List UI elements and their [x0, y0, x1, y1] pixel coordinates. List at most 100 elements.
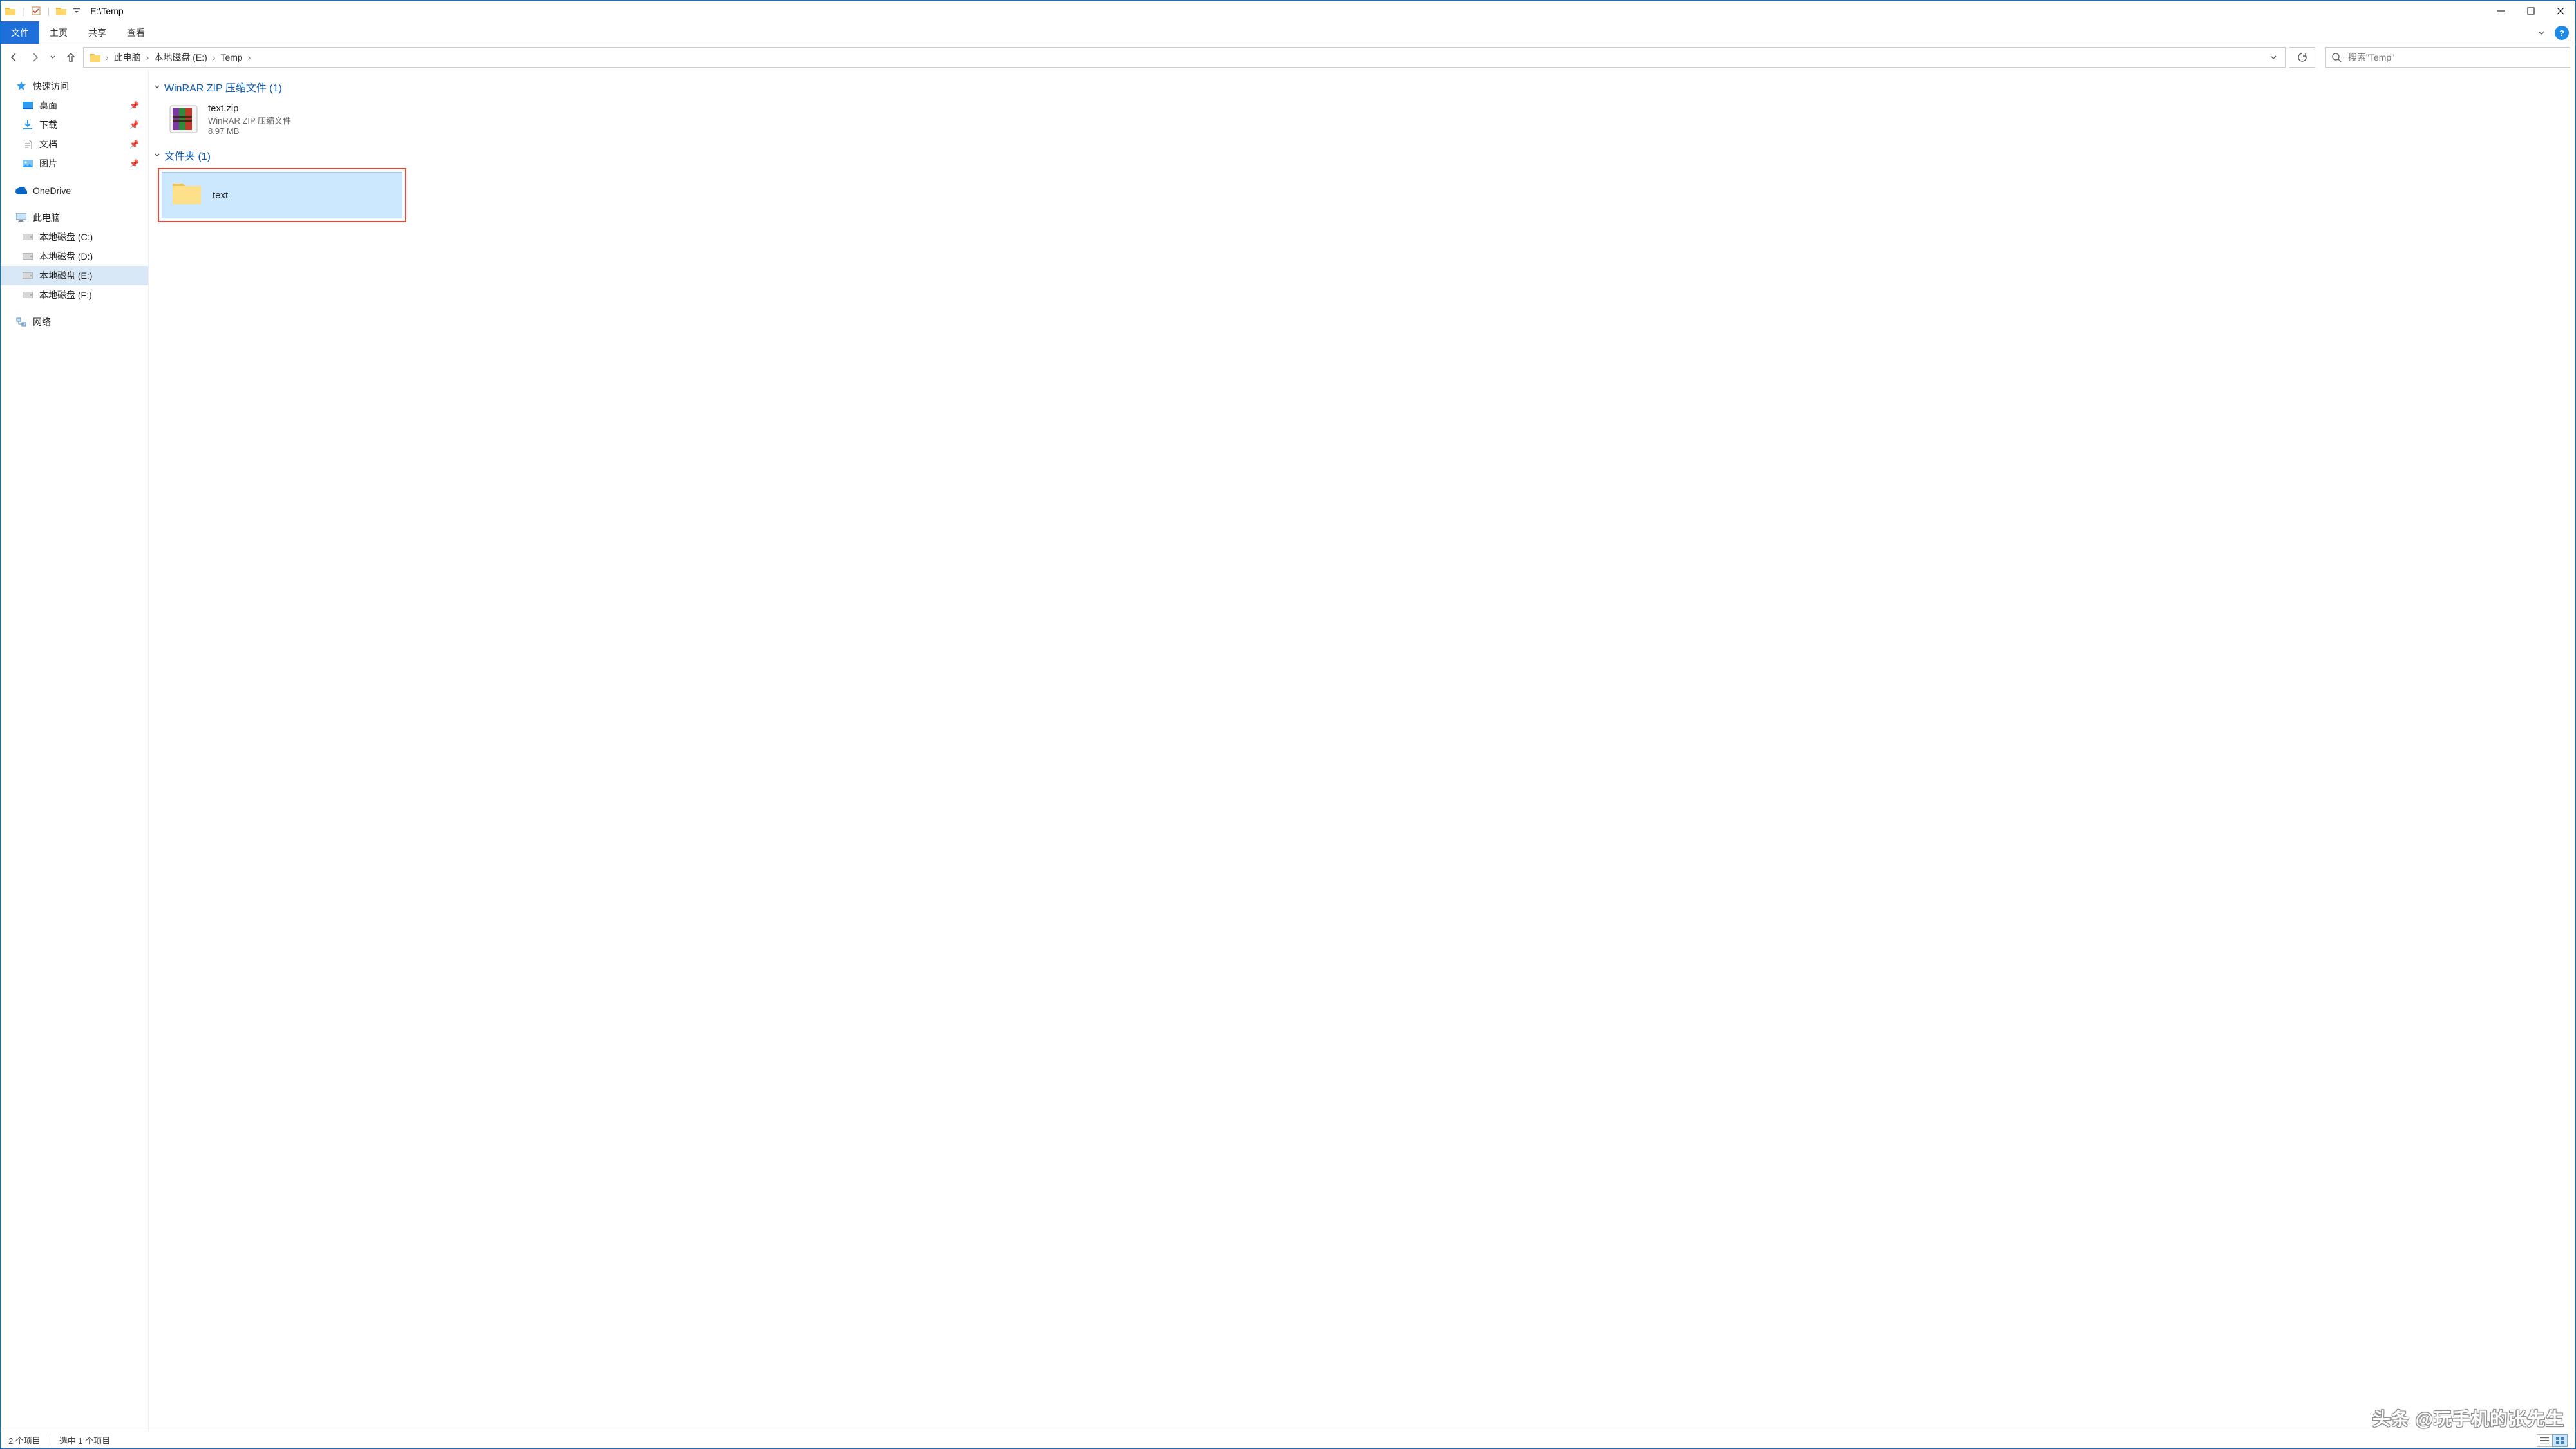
network-icon — [15, 316, 28, 328]
sidebar-item-documents[interactable]: 文档 📌 — [1, 135, 148, 154]
folder-item-text[interactable]: text — [162, 172, 402, 218]
downloads-icon — [21, 118, 34, 131]
status-bar: 2 个项目 选中 1 个项目 — [1, 1432, 2575, 1448]
sidebar-item-drive-f[interactable]: 本地磁盘 (F:) — [1, 285, 148, 305]
sidebar-label: 快速访问 — [33, 80, 69, 93]
maximize-button[interactable] — [2516, 1, 2546, 21]
title-folder-icon — [55, 5, 67, 17]
breadcrumb-this-pc[interactable]: 此电脑 — [111, 51, 144, 64]
file-type: WinRAR ZIP 压缩文件 — [208, 114, 291, 126]
status-selection: 选中 1 个项目 — [59, 1434, 110, 1446]
ribbon-expand-icon[interactable] — [2532, 21, 2551, 44]
explorer-window: | | E:\Temp 文件 主页 共享 查看 — [0, 0, 2576, 1449]
documents-icon — [21, 138, 34, 151]
zip-file-icon — [167, 102, 200, 136]
help-button[interactable]: ? — [2555, 26, 2569, 40]
tab-file[interactable]: 文件 — [1, 21, 39, 44]
sidebar-item-pictures[interactable]: 图片 📌 — [1, 154, 148, 173]
sidebar-label: 桌面 — [39, 99, 57, 112]
pin-icon: 📌 — [129, 140, 139, 149]
desktop-icon — [21, 99, 34, 112]
separator: | — [46, 6, 52, 16]
qat-dropdown-icon[interactable] — [71, 5, 82, 17]
chevron-right-icon[interactable]: › — [144, 52, 152, 62]
close-button[interactable] — [2546, 1, 2575, 21]
sidebar-item-drive-e[interactable]: 本地磁盘 (E:) — [1, 266, 148, 285]
window-folder-icon — [5, 5, 16, 17]
quick-access-icon — [15, 80, 28, 93]
pin-icon: 📌 — [129, 101, 139, 110]
nav-forward-button[interactable] — [26, 48, 43, 67]
folder-name: text — [213, 190, 228, 201]
chevron-right-icon[interactable]: › — [103, 52, 111, 62]
title-bar: | | E:\Temp — [1, 1, 2575, 21]
drive-icon — [21, 231, 34, 243]
view-details-button[interactable] — [2537, 1434, 2552, 1447]
sidebar-label: 本地磁盘 (E:) — [39, 269, 92, 282]
tab-share[interactable]: 共享 — [78, 21, 117, 44]
nav-back-button[interactable] — [6, 48, 23, 67]
folder-icon — [171, 180, 202, 211]
sidebar-label: 图片 — [39, 157, 57, 170]
address-bar[interactable]: › 此电脑 › 本地磁盘 (E:) › Temp › — [83, 47, 2286, 68]
window-title: E:\Temp — [86, 6, 123, 16]
chevron-right-icon[interactable]: › — [245, 52, 254, 62]
address-folder-icon — [88, 53, 103, 62]
sidebar-item-downloads[interactable]: 下载 📌 — [1, 115, 148, 135]
pin-icon: 📌 — [129, 159, 139, 168]
qat-properties-icon[interactable] — [30, 5, 42, 17]
sidebar-item-drive-d[interactable]: 本地磁盘 (D:) — [1, 247, 148, 266]
group-header-zip[interactable]: WinRAR ZIP 压缩文件 (1) — [154, 79, 2568, 95]
tab-view[interactable]: 查看 — [117, 21, 155, 44]
status-item-count: 2 个项目 — [8, 1434, 50, 1446]
sidebar-item-network[interactable]: 网络 — [1, 312, 148, 332]
pin-icon: 📌 — [129, 120, 139, 129]
sidebar-item-onedrive[interactable]: OneDrive — [1, 181, 148, 200]
group-header-folder[interactable]: 文件夹 (1) — [154, 147, 2568, 163]
content-pane: WinRAR ZIP 压缩文件 (1) text.zip WinRAR ZI — [149, 70, 2575, 1432]
group-label: 文件夹 (1) — [164, 147, 211, 163]
view-tiles-button[interactable] — [2552, 1434, 2568, 1447]
nav-sidebar: 快速访问 桌面 📌 下载 📌 — [1, 70, 149, 1432]
search-icon — [2331, 52, 2342, 62]
highlight-annotation: text — [158, 168, 406, 222]
ribbon-tabs: 文件 主页 共享 查看 ? — [1, 21, 2575, 44]
onedrive-icon — [15, 184, 28, 197]
chevron-down-icon — [154, 152, 160, 158]
chevron-right-icon[interactable]: › — [210, 52, 218, 62]
drive-icon — [21, 289, 34, 301]
refresh-button[interactable] — [2289, 47, 2315, 68]
search-box[interactable] — [2325, 47, 2570, 68]
file-name: text.zip — [208, 103, 291, 114]
search-input[interactable] — [2348, 52, 2564, 62]
chevron-down-icon — [154, 84, 160, 90]
sidebar-label: 文档 — [39, 138, 57, 151]
file-item-zip[interactable]: text.zip WinRAR ZIP 压缩文件 8.97 MB — [163, 100, 408, 138]
sidebar-label: 本地磁盘 (D:) — [39, 250, 93, 263]
sidebar-item-desktop[interactable]: 桌面 📌 — [1, 96, 148, 115]
drive-icon — [21, 269, 34, 282]
sidebar-item-drive-c[interactable]: 本地磁盘 (C:) — [1, 227, 148, 247]
sidebar-label: 本地磁盘 (F:) — [39, 289, 92, 301]
file-size: 8.97 MB — [208, 126, 291, 136]
nav-up-button[interactable] — [62, 48, 79, 67]
nav-row: › 此电脑 › 本地磁盘 (E:) › Temp › — [1, 44, 2575, 70]
separator: | — [20, 6, 26, 16]
sidebar-item-this-pc[interactable]: 此电脑 — [1, 208, 148, 227]
breadcrumb-temp[interactable]: Temp — [218, 52, 245, 62]
pictures-icon — [21, 157, 34, 170]
group-label: WinRAR ZIP 压缩文件 (1) — [164, 79, 282, 95]
sidebar-item-quick-access[interactable]: 快速访问 — [1, 77, 148, 96]
drive-icon — [21, 250, 34, 263]
sidebar-label: 此电脑 — [33, 211, 60, 224]
nav-history-dropdown[interactable] — [47, 48, 59, 67]
sidebar-label: 网络 — [33, 316, 51, 328]
tab-home[interactable]: 主页 — [39, 21, 78, 44]
sidebar-label: 下载 — [39, 118, 57, 131]
this-pc-icon — [15, 211, 28, 224]
minimize-button[interactable] — [2486, 1, 2516, 21]
address-dropdown-icon[interactable] — [2266, 53, 2281, 61]
breadcrumb-drive-e[interactable]: 本地磁盘 (E:) — [151, 51, 209, 64]
sidebar-label: 本地磁盘 (C:) — [39, 231, 93, 243]
sidebar-label: OneDrive — [33, 185, 71, 196]
